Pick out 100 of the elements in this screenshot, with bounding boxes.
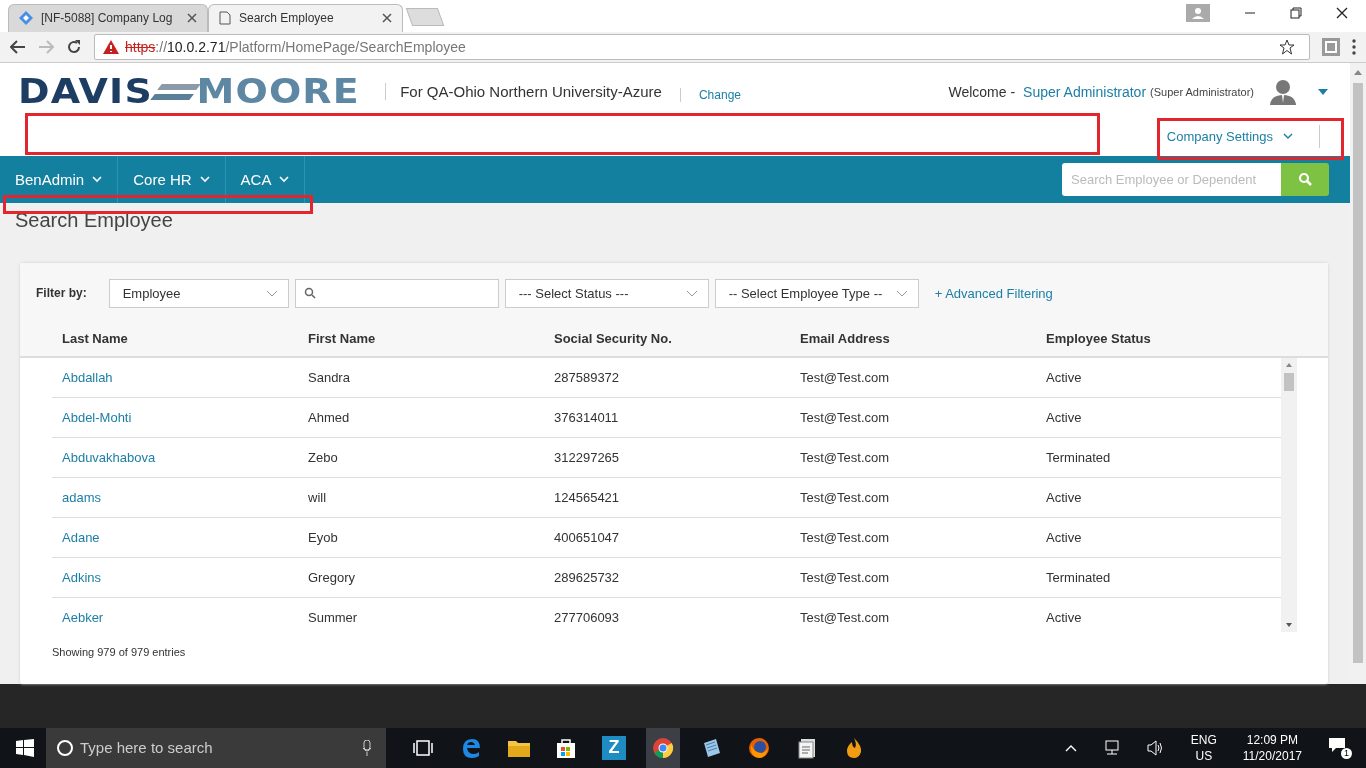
table-cell-text: Active xyxy=(1046,609,1083,625)
employee-type-dropdown[interactable]: -- Select Employee Type -- xyxy=(714,278,919,308)
document-icon[interactable] xyxy=(796,737,818,759)
page-title: Search Employee xyxy=(15,208,174,233)
chevron-down-icon xyxy=(92,175,103,183)
table-cell-text: Test@Test.com xyxy=(800,409,891,425)
employee-link[interactable]: Adkins xyxy=(62,569,308,585)
change-link[interactable]: Change xyxy=(679,87,741,102)
back-icon[interactable] xyxy=(10,39,26,54)
logo: DAVIS MOORE xyxy=(18,75,360,109)
column-header[interactable]: Employee Status xyxy=(1046,331,1297,347)
app-tile[interactable]: Z xyxy=(602,736,626,760)
windows-icon[interactable] xyxy=(16,739,34,757)
chevron-down-icon xyxy=(895,289,908,297)
language-indicator[interactable]: ENG US xyxy=(1190,732,1217,764)
chevron-down-icon xyxy=(279,175,290,183)
column-header[interactable]: Social Security No. xyxy=(554,331,800,347)
user-role: (Super Administrator) xyxy=(1150,85,1254,98)
taskbar-search-field[interactable]: Type here to search xyxy=(46,728,386,768)
employee-link[interactable]: Abduvakhabova xyxy=(62,449,308,465)
store-icon[interactable] xyxy=(556,738,576,758)
circle-icon xyxy=(56,739,74,757)
caret-icon[interactable] xyxy=(1318,88,1328,95)
table-cell-text: Test@Test.com xyxy=(800,609,891,625)
table-cell-text: Terminated xyxy=(1046,449,1112,465)
scrollbar[interactable] xyxy=(1281,357,1297,632)
table-cell-text: 277706093 xyxy=(554,609,621,625)
chrome-icon[interactable] xyxy=(646,728,680,768)
chevron-down-icon xyxy=(1283,132,1293,140)
nav-menu-item[interactable]: ACA xyxy=(225,155,306,203)
search-icon xyxy=(303,287,316,300)
table-cell-text: Active xyxy=(1046,369,1083,385)
task-view-icon[interactable] xyxy=(412,740,434,756)
table-cell-text: Test@Test.com xyxy=(800,529,891,545)
menu-icon[interactable] xyxy=(1352,38,1356,55)
table-cell-text: Zebo xyxy=(308,449,339,465)
search-input[interactable] xyxy=(294,278,499,308)
table-cell-text: Test@Test.com xyxy=(800,449,891,465)
table-cell-text: 287589372 xyxy=(554,369,621,385)
warning-icon xyxy=(103,39,119,54)
search-field[interactable]: Search Employee or Dependent xyxy=(1062,162,1281,196)
table-cell-text: Test@Test.com xyxy=(800,569,891,585)
chevron-up-icon[interactable] xyxy=(1064,744,1077,752)
table-cell-text: 289625732 xyxy=(554,569,621,585)
table-cell-text: 400651047 xyxy=(554,529,621,545)
table-cell-text: Test@Test.com xyxy=(800,369,891,385)
avatar-icon[interactable] xyxy=(1268,78,1298,105)
speaker-icon[interactable] xyxy=(1146,740,1165,756)
entries-count: Showing 979 of 979 entries xyxy=(51,644,187,660)
restore-icon[interactable] xyxy=(1290,7,1302,19)
table-cell-text: Summer xyxy=(308,609,359,625)
extension-icon[interactable] xyxy=(1322,37,1340,56)
column-header[interactable]: Last Name xyxy=(62,331,308,347)
table-cell-text: Ahmed xyxy=(308,409,351,425)
chevron-down-icon xyxy=(685,289,698,297)
status-dropdown[interactable]: --- Select Status --- xyxy=(504,278,709,308)
network-icon[interactable] xyxy=(1102,740,1121,756)
table-cell-text: Test@Test.com xyxy=(800,489,891,505)
advanced-filtering-link[interactable]: + Advanced Filtering xyxy=(934,285,1053,301)
employee-link[interactable]: Adane xyxy=(62,529,308,545)
browser-tab[interactable]: Search Employee xyxy=(208,3,403,32)
nav-menu-item[interactable]: Core HR xyxy=(118,155,226,203)
column-header[interactable]: First Name xyxy=(308,331,554,347)
employee-link[interactable]: Abdallah xyxy=(62,369,308,385)
close-icon[interactable] xyxy=(1336,7,1348,19)
table-cell-text: Eyob xyxy=(308,529,339,545)
reload-icon[interactable] xyxy=(66,38,82,55)
tab-title: Search Employee xyxy=(239,11,335,26)
table-cell-text: Active xyxy=(1046,409,1083,425)
edge-icon[interactable] xyxy=(460,737,482,759)
table-cell-text: 376314011 xyxy=(554,409,620,425)
search-icon xyxy=(1298,172,1312,187)
column-header[interactable]: Email Address xyxy=(800,331,1046,347)
chevron-down-icon xyxy=(265,289,278,297)
notification-button[interactable]: 1 xyxy=(1328,737,1352,759)
search-button[interactable] xyxy=(1281,162,1329,196)
address-bar[interactable]: https://10.0.2.71/Platform/HomePage/SearchEmployee xyxy=(94,33,1310,60)
chevron-down-icon xyxy=(199,175,210,183)
table-cell-text: Active xyxy=(1046,489,1083,505)
filter-dropdown[interactable]: Employee xyxy=(108,278,289,308)
company-name: For QA-Ohio Northern University-Azure xyxy=(385,83,662,101)
table-cell-text: 312297265 xyxy=(554,449,621,465)
firefox-icon[interactable] xyxy=(748,737,770,759)
table-cell-text: Terminated xyxy=(1046,569,1112,585)
diamond-icon xyxy=(19,11,33,26)
flame-icon[interactable] xyxy=(844,737,864,759)
microphone-icon[interactable] xyxy=(362,740,372,756)
employee-link[interactable]: Abdel-Mohti xyxy=(62,409,308,425)
filter-label: Filter by: xyxy=(36,286,87,301)
table-cell-text: Active xyxy=(1046,529,1083,545)
close-icon[interactable] xyxy=(382,13,392,24)
browser-tab[interactable]: [NF-5088] Company Log xyxy=(8,3,208,32)
user-link[interactable]: Super Administrator xyxy=(1023,83,1147,100)
employee-link[interactable]: Aebker xyxy=(62,609,308,625)
folder-icon[interactable] xyxy=(508,739,530,757)
employee-link[interactable]: adams xyxy=(62,489,308,505)
nav-menu-item[interactable]: BenAdmin xyxy=(0,155,119,203)
table-cell-text: Sandra xyxy=(308,369,351,385)
company-settings-menu[interactable]: Company Settings xyxy=(1140,124,1320,148)
clock[interactable]: 12:09 PM 11/20/2017 xyxy=(1242,732,1302,764)
